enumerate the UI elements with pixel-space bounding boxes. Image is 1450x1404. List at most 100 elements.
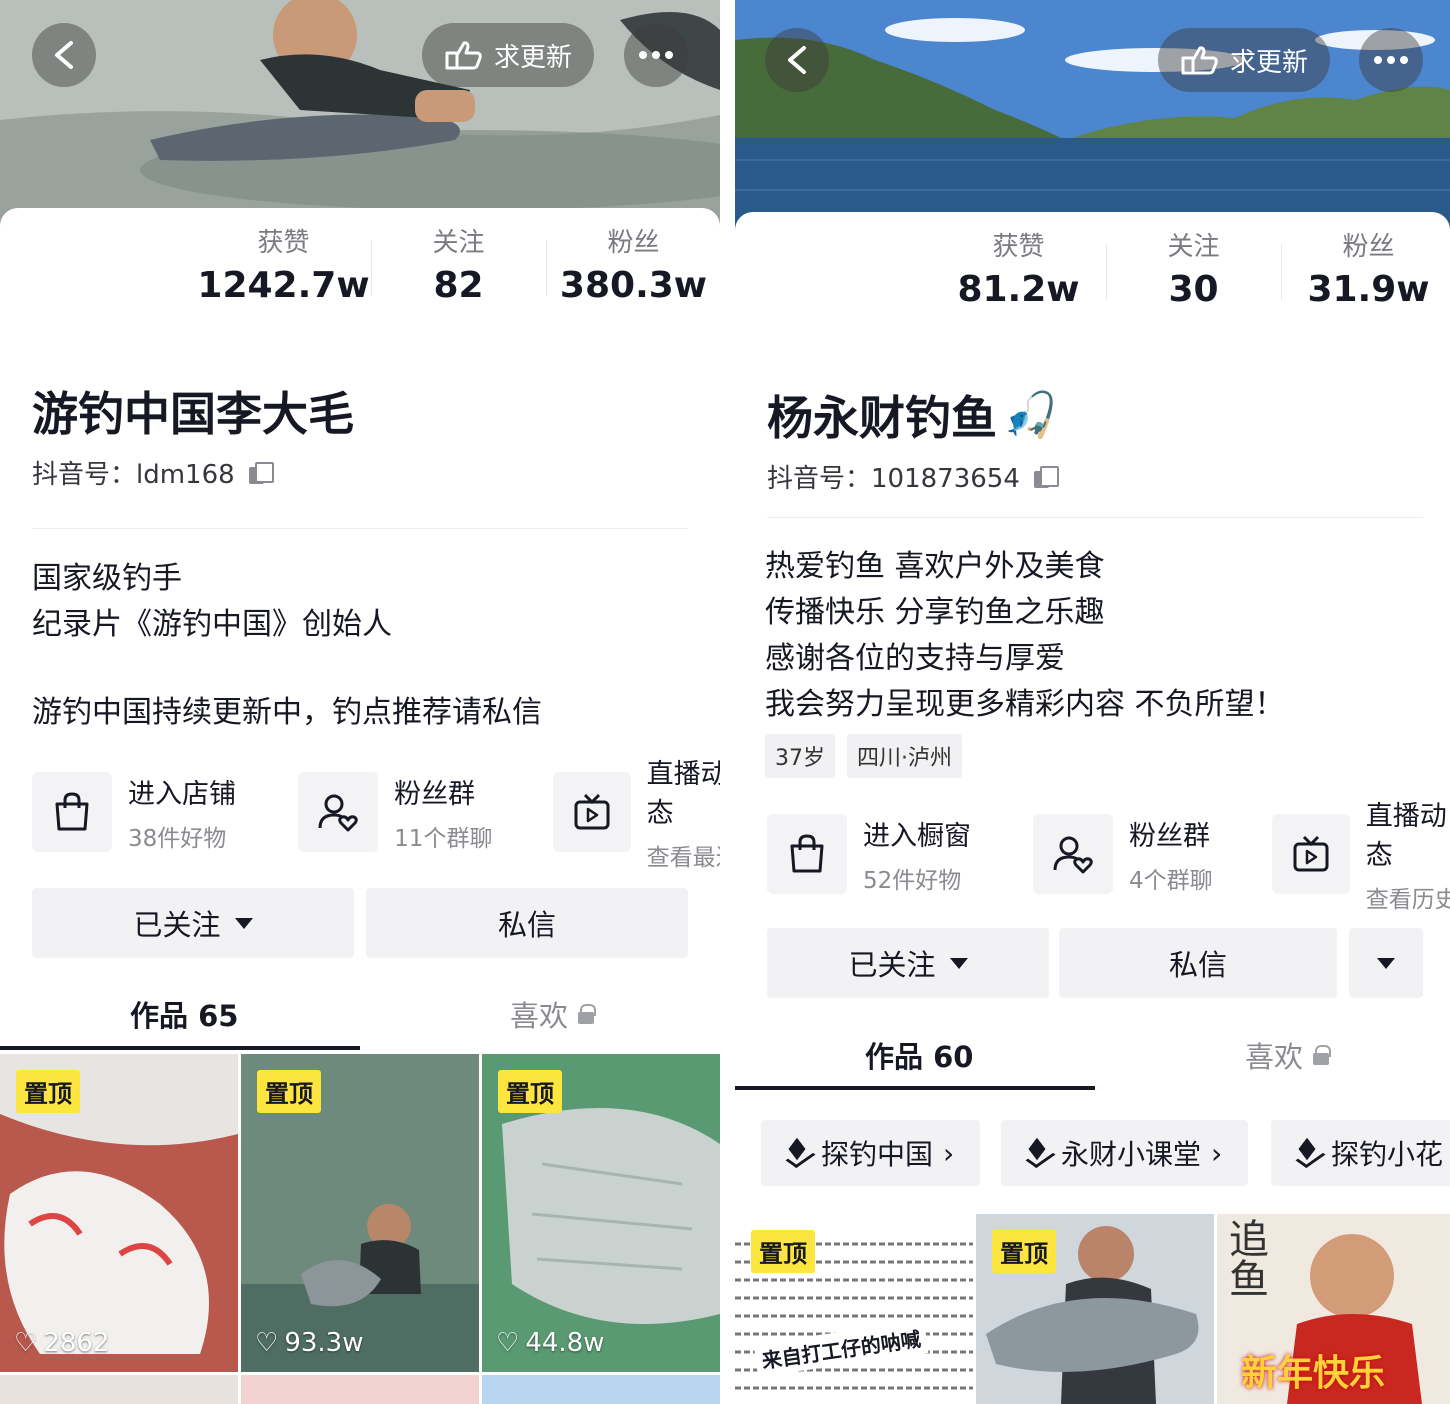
stats-row: 获赞 1242.7w 关注 82 粉丝 380.3w	[196, 222, 720, 306]
layers-icon	[787, 1142, 811, 1164]
bio-line: 我会努力呈现更多精彩内容 不负所望！	[765, 687, 1285, 722]
bio-line: 热爱钓鱼 喜欢户外及美食	[765, 549, 1105, 584]
video-thumbnail[interactable]: 置顶 ♡ 2862	[0, 1054, 238, 1372]
location-tag: 四川·泸州	[847, 734, 962, 778]
profile-tags: 37岁 四川·泸州	[765, 734, 962, 778]
profile-name: 游钓中国李大毛	[32, 387, 354, 441]
chevron-left-icon	[55, 41, 73, 69]
collection-chip[interactable]: 永财小课堂 ›	[1001, 1120, 1249, 1186]
stat-likes[interactable]: 获赞 1242.7w	[196, 222, 371, 306]
video-thumbnail[interactable]: 置顶 ♡ 44.8w	[482, 1054, 720, 1372]
uid-text: 抖音号：101873654	[767, 464, 1020, 494]
followed-button[interactable]: 已关注	[767, 928, 1049, 998]
copy-icon[interactable]	[1033, 465, 1059, 488]
live-entry[interactable]: 直播动态 查看最近	[552, 759, 720, 871]
more-button[interactable]	[1359, 28, 1423, 92]
pinned-badge: 置顶	[751, 1230, 815, 1273]
video-thumbnail[interactable]	[0, 1375, 238, 1404]
profile-panel-left: 求更新 获赞 1242.7w 关注 82 粉丝 380.3w 游钓中国李大毛 抖…	[0, 0, 720, 1404]
copy-icon[interactable]	[248, 461, 274, 484]
entry-subtitle: 4个群聊	[1129, 867, 1213, 894]
tab-works[interactable]: 作品 65	[130, 993, 238, 1035]
shop-entry[interactable]: 进入店铺 38件好物	[32, 772, 284, 852]
showcase-entry[interactable]: 进入橱窗 52件好物	[767, 814, 1019, 894]
back-button[interactable]	[765, 28, 829, 92]
followed-label: 已关注	[133, 908, 221, 942]
like-value: 44.8w	[525, 1328, 605, 1358]
profile-bio: 热爱钓鱼 喜欢户外及美食 传播快乐 分享钓鱼之乐趣 感谢各位的支持与厚爱 我会努…	[765, 544, 1285, 728]
stat-value: 380.3w	[559, 265, 708, 306]
pinned-badge: 置顶	[498, 1070, 562, 1113]
stat-label: 获赞	[257, 228, 310, 258]
cover-photo-angler	[0, 0, 720, 230]
more-dots-icon	[639, 51, 673, 59]
followed-button[interactable]: 已关注	[32, 888, 354, 958]
tab-likes-label: 喜欢	[1245, 1040, 1304, 1074]
profile-name: 杨永财钓鱼 🎣	[767, 382, 1058, 448]
profile-uid: 抖音号：101873654	[767, 458, 1059, 495]
stat-value: 30	[1168, 269, 1219, 310]
video-thumbnail[interactable]	[482, 1375, 720, 1404]
message-button[interactable]: 私信	[1059, 928, 1337, 998]
request-update-button[interactable]: 求更新	[422, 23, 595, 87]
video-thumbnail[interactable]: 置顶 来自打工仔的呐喊	[735, 1214, 973, 1404]
collection-label: 探钓中国	[821, 1138, 934, 1171]
bio-line	[32, 648, 542, 690]
heart-icon: ♡	[496, 1328, 520, 1358]
heart-icon: ♡	[14, 1328, 38, 1358]
stat-likes[interactable]: 获赞 81.2w	[931, 226, 1106, 310]
stat-following[interactable]: 关注 30	[1106, 226, 1281, 310]
video-thumbnail[interactable]: 追鱼 新年快乐	[1217, 1214, 1450, 1404]
stat-label: 关注	[1167, 232, 1220, 262]
video-thumbnail[interactable]: 置顶	[976, 1214, 1214, 1404]
stat-following[interactable]: 关注 82	[371, 222, 546, 306]
caret-down-icon	[949, 957, 968, 969]
message-label: 私信	[1168, 948, 1227, 982]
collection-chip[interactable]: 探钓小花	[1271, 1120, 1450, 1186]
bio-line: 传播快乐 分享钓鱼之乐趣	[765, 595, 1105, 630]
shopping-bag-icon	[32, 772, 112, 852]
stat-followers[interactable]: 粉丝 31.9w	[1281, 226, 1450, 310]
fan-group-icon	[1033, 814, 1114, 894]
recommend-dropdown-button[interactable]	[1349, 928, 1423, 998]
entry-subtitle: 11个群聊	[394, 825, 493, 852]
tv-play-icon	[552, 772, 631, 852]
entry-title: 进入店铺	[128, 778, 236, 810]
pointing-hand-icon	[445, 41, 482, 70]
chevron-right-icon: ›	[943, 1136, 955, 1170]
divider	[767, 517, 1423, 518]
collection-chip[interactable]: 探钓中国 ›	[761, 1120, 981, 1186]
request-update-button[interactable]: 求更新	[1158, 28, 1331, 92]
chevron-left-icon	[788, 46, 806, 74]
stat-value: 1242.7w	[197, 265, 370, 306]
video-thumbnail[interactable]: 置顶 ♡ 93.3w	[241, 1054, 479, 1372]
cover-photo-lake	[735, 0, 1450, 230]
tab-underline	[0, 1046, 360, 1050]
profile-uid: 抖音号：ldm168	[32, 454, 274, 491]
like-value: 2862	[43, 1328, 110, 1358]
fan-group-entry[interactable]: 粉丝群 11个群聊	[298, 772, 538, 852]
tab-underline	[735, 1086, 1095, 1090]
heart-icon: ♡	[255, 1328, 279, 1358]
like-count: ♡ 93.3w	[255, 1328, 363, 1358]
video-thumbnail[interactable]	[241, 1375, 479, 1404]
tab-likes[interactable]: 喜欢	[1245, 1034, 1332, 1076]
bio-line: 感谢各位的支持与厚爱	[765, 641, 1065, 676]
tab-works[interactable]: 作品 60	[865, 1034, 973, 1076]
like-value: 93.3w	[284, 1328, 364, 1358]
entry-title: 粉丝群	[394, 778, 476, 810]
more-button[interactable]	[624, 23, 688, 87]
back-button[interactable]	[32, 23, 96, 87]
message-button[interactable]: 私信	[366, 888, 688, 958]
new-year-banner: 新年快乐	[1241, 1353, 1386, 1394]
live-entry[interactable]: 直播动态 查看历史	[1271, 801, 1450, 913]
stat-value: 82	[433, 265, 484, 306]
fan-group-entry[interactable]: 粉丝群 4个群聊	[1033, 814, 1258, 894]
tab-likes[interactable]: 喜欢	[510, 993, 597, 1035]
request-update-label: 求更新	[494, 42, 573, 73]
fan-group-icon	[298, 772, 379, 852]
pinned-badge: 置顶	[992, 1230, 1056, 1273]
like-count: ♡ 2862	[14, 1328, 109, 1358]
stat-followers[interactable]: 粉丝 380.3w	[546, 222, 720, 306]
tv-play-icon	[1271, 814, 1350, 894]
